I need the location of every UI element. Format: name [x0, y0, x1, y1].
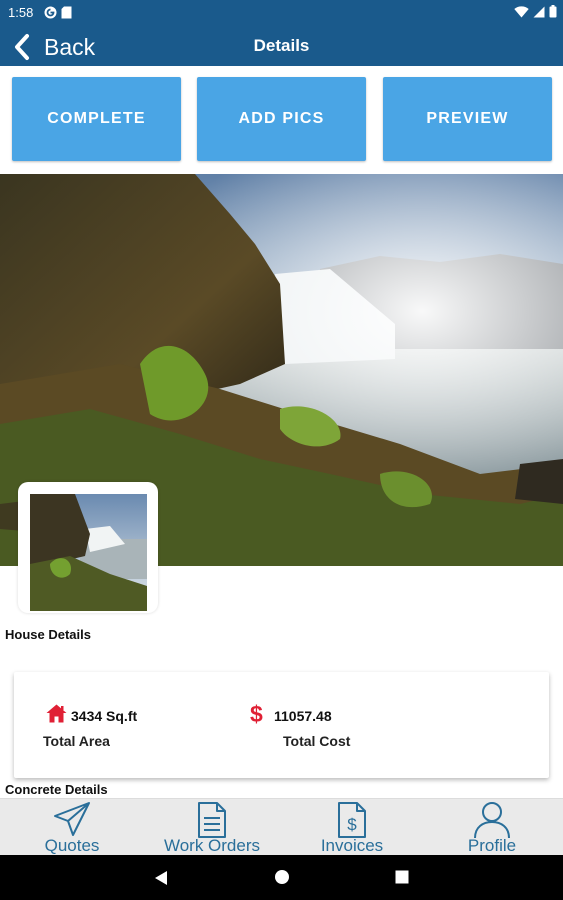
concrete-details-heading: Concrete Details [5, 782, 108, 797]
home-circle-icon[interactable] [274, 869, 290, 885]
nav-profile-label: Profile [467, 836, 517, 855]
status-bar: 1:58 [0, 0, 563, 26]
user-icon [474, 802, 510, 839]
wifi-icon [514, 5, 529, 17]
paper-plane-icon [54, 802, 90, 836]
stats-card: 3434 Sq.ft Total Area $ 11057.48 Total C… [14, 672, 549, 778]
nav-profile[interactable]: Profile [422, 799, 562, 856]
nav-invoices-label: Invoices [320, 836, 384, 855]
house-details-heading: House Details [5, 627, 91, 642]
signal-icon [533, 6, 545, 17]
house-thumbnail-image [30, 494, 147, 611]
nav-quotes[interactable]: Quotes [2, 799, 142, 856]
nav-invoices[interactable]: $ Invoices [282, 799, 422, 856]
status-right-icons [514, 5, 557, 18]
action-button-row: COMPLETE ADD PICS PREVIEW [0, 66, 563, 174]
total-area-label: Total Area [43, 733, 110, 749]
sd-card-icon [61, 6, 72, 19]
page-title: Details [253, 36, 310, 55]
nav-quotes-label: Quotes [44, 836, 100, 855]
app-bar: Back Details [0, 26, 563, 66]
system-navigation-bar [0, 855, 563, 900]
document-icon [198, 802, 226, 838]
complete-button[interactable]: COMPLETE [12, 77, 181, 161]
status-left-icons [44, 6, 72, 19]
back-triangle-icon[interactable] [153, 870, 169, 886]
house-thumbnail-card[interactable] [18, 482, 158, 613]
battery-icon [549, 5, 557, 18]
recents-square-icon[interactable] [395, 870, 409, 884]
total-area-value: 3434 Sq.ft [71, 708, 138, 724]
svg-text:$: $ [347, 815, 357, 834]
total-cost-label: Total Cost [283, 733, 351, 749]
bottom-navigation: Quotes Work Orders $ Invoices Profile [0, 798, 563, 855]
dollar-icon: $ [250, 701, 263, 727]
total-cost-value: 11057.48 [274, 708, 332, 724]
add-pics-button[interactable]: ADD PICS [197, 77, 366, 161]
preview-button[interactable]: PREVIEW [383, 77, 552, 161]
g-circle-icon [44, 6, 57, 19]
nav-work-orders[interactable]: Work Orders [142, 799, 282, 856]
nav-work-orders-label: Work Orders [163, 836, 261, 855]
home-icon [46, 704, 67, 723]
status-time: 1:58 [8, 5, 34, 20]
invoice-dollar-icon: $ [338, 802, 366, 838]
